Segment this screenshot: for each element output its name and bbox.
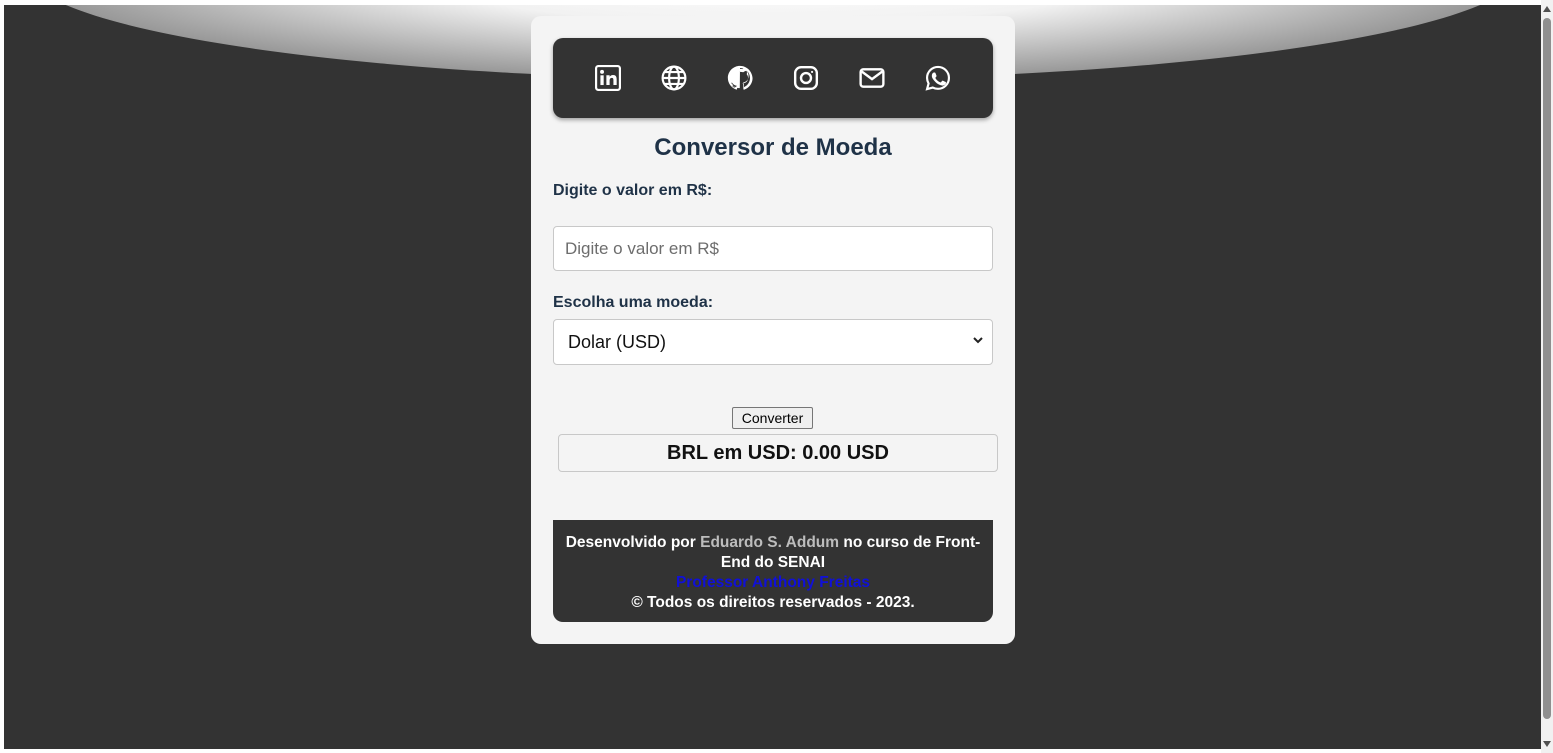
moeda-select-value: Dolar (USD) (568, 331, 667, 352)
instagram-icon[interactable] (790, 62, 822, 94)
vertical-scrollbar[interactable] (1541, 0, 1553, 753)
moeda-select[interactable]: Dolar (USD) (553, 319, 993, 365)
scrollbar-thumb[interactable] (1543, 18, 1551, 719)
moeda-label: Escolha uma moeda: (553, 294, 714, 311)
scroll-up-arrow-icon[interactable] (1541, 2, 1553, 16)
valor-input[interactable] (553, 226, 993, 271)
social-links-bar (553, 38, 993, 118)
scroll-down-arrow-icon[interactable] (1541, 737, 1553, 751)
converter-card: Conversor de Moeda Digite o valor em R$:… (531, 16, 1015, 644)
github-icon[interactable] (724, 62, 756, 94)
convert-button[interactable]: Converter (732, 407, 813, 429)
linkedin-icon[interactable] (592, 62, 624, 94)
conversion-result: BRL em USD: 0.00 USD (558, 434, 998, 472)
page-title: Conversor de Moeda (654, 134, 892, 161)
globe-icon[interactable] (658, 62, 690, 94)
mail-icon[interactable] (856, 62, 888, 94)
valor-label: Digite o valor em R$: (553, 182, 713, 199)
copyright-text: © Todos os direitos reservados - 2023. (631, 594, 915, 611)
chevron-down-icon (972, 333, 984, 351)
author-link[interactable]: Eduardo S. Addum (700, 534, 839, 551)
footer-prefix: Desenvolvido por (565, 534, 701, 551)
page-viewport: Conversor de Moeda Digite o valor em R$:… (4, 5, 1541, 749)
footer: Desenvolvido por Eduardo S. Addum no cur… (553, 520, 993, 622)
professor-link[interactable]: Professor Anthony Freitas (553, 573, 993, 593)
whatsapp-icon[interactable] (922, 62, 954, 94)
